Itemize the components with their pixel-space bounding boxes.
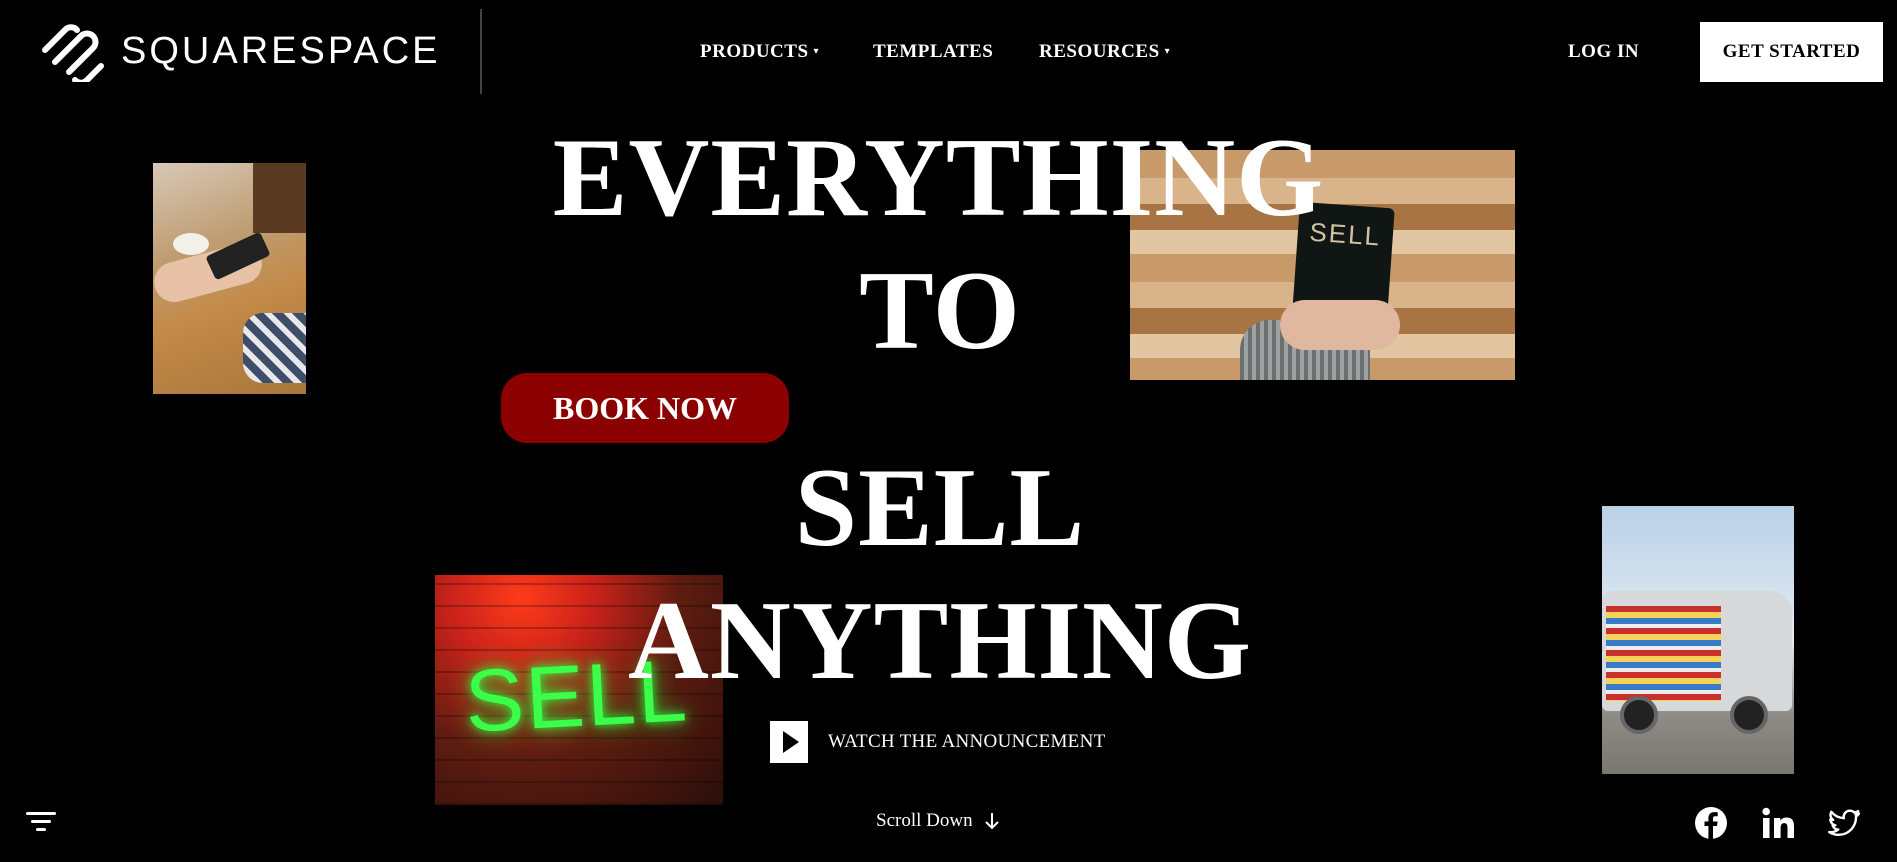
scroll-down-link[interactable]: Scroll Down — [876, 810, 999, 832]
twitter-icon[interactable] — [1827, 806, 1861, 840]
arrow-down-icon — [984, 813, 999, 830]
book-now-button[interactable]: BOOK NOW — [501, 373, 789, 443]
login-link[interactable]: LOG IN — [1568, 42, 1639, 61]
hero-line-3: SELL — [794, 446, 1086, 570]
brand-name: SQUARESPACE — [121, 30, 441, 72]
nav-templates[interactable]: TEMPLATES — [873, 42, 993, 61]
get-started-button[interactable]: GET STARTED — [1700, 22, 1883, 82]
watch-announcement-label: WATCH THE ANNOUNCEMENT — [828, 731, 1106, 752]
nav-resources[interactable]: RESOURCES ▾ — [1039, 42, 1170, 61]
filter-menu-icon[interactable] — [26, 810, 56, 834]
hero-line-2: TO — [859, 249, 1021, 373]
nav-resources-label: RESOURCES — [1039, 41, 1160, 62]
hero-line-1: EVERYTHING — [552, 116, 1325, 240]
chevron-down-icon: ▾ — [813, 45, 820, 57]
facebook-icon[interactable] — [1694, 806, 1728, 840]
nav-products[interactable]: PRODUCTS ▾ — [700, 42, 819, 61]
chevron-down-icon: ▾ — [1164, 45, 1171, 57]
squarespace-logo-icon — [42, 24, 104, 82]
linkedin-icon[interactable] — [1761, 806, 1795, 840]
brand-logo[interactable]: SQUARESPACE — [37, 20, 440, 82]
nav-templates-label: TEMPLATES — [873, 41, 994, 62]
scroll-down-label: Scroll Down — [876, 810, 973, 831]
play-icon — [770, 721, 808, 763]
header-divider — [480, 9, 482, 94]
nav-products-label: PRODUCTS — [700, 41, 809, 62]
hero-line-4: ANYTHING — [627, 579, 1253, 703]
watch-announcement-button[interactable]: WATCH THE ANNOUNCEMENT — [770, 721, 1106, 763]
